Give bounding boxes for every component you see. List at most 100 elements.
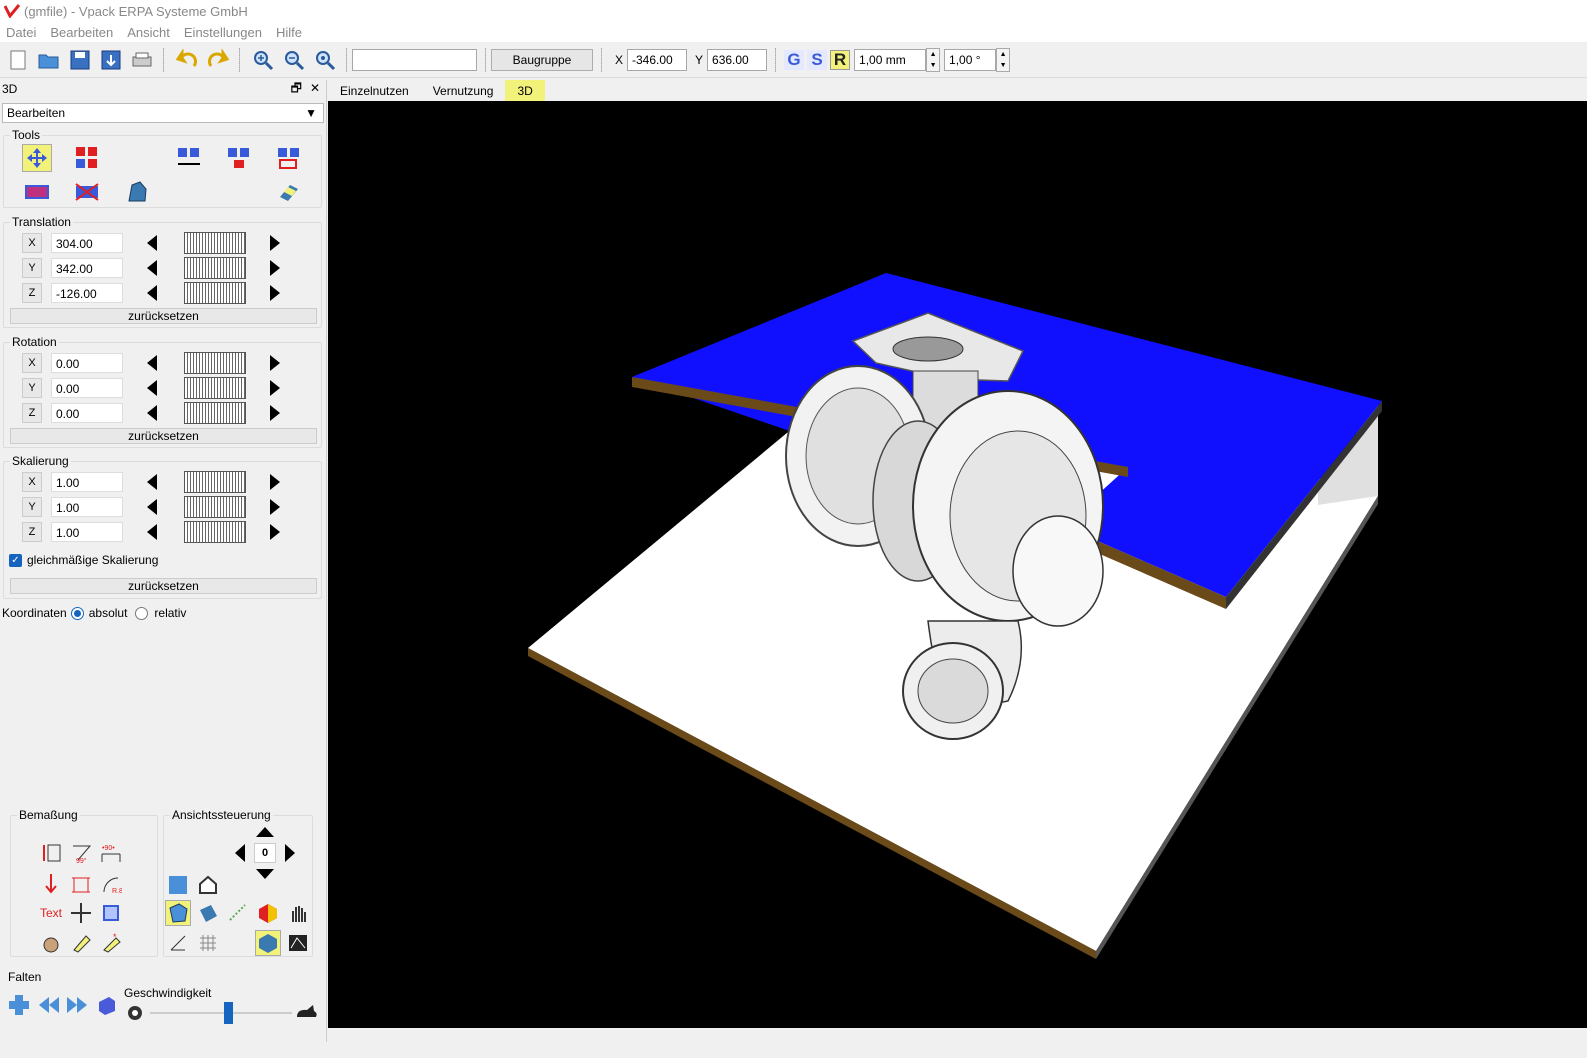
snap-s-button[interactable]: S [807,50,828,70]
move-tool-icon[interactable] [22,144,52,172]
zoom-out-icon[interactable] [281,47,307,73]
chain-dimension-icon[interactable] [68,870,94,896]
rotation-x-decrease-icon[interactable] [147,353,159,373]
rotation-x-input[interactable]: 0.00 [51,353,123,373]
speed-slider[interactable] [150,1002,292,1024]
undo-icon[interactable] [174,47,200,73]
scaling-x-decrease-icon[interactable] [147,472,159,492]
translation-reset-button[interactable]: zurücksetzen [10,308,317,324]
scaling-y-decrease-icon[interactable] [147,497,159,517]
group-icon[interactable] [274,144,304,172]
scaling-z-decrease-icon[interactable] [147,522,159,542]
3d-viewport[interactable] [328,101,1587,1028]
distribute-x-icon[interactable] [174,144,204,172]
relative-radio[interactable] [135,606,149,620]
pen-dimension-icon[interactable] [68,930,94,956]
translation-z-slider[interactable] [184,282,246,304]
speed-slider-handle[interactable] [224,1002,234,1024]
translation-y-decrease-icon[interactable] [147,258,159,278]
grid-snap-button[interactable]: G [784,50,805,70]
translation-y-slider[interactable] [184,257,246,279]
menu-ansicht[interactable]: Ansicht [127,25,170,40]
text-tool-icon[interactable]: Text [38,900,64,926]
delete-part-icon[interactable] [72,178,102,206]
search-input[interactable] [352,49,477,71]
rotation-x-increase-icon[interactable] [270,353,282,373]
tab-einzelnutzen[interactable]: Einzelnutzen [328,80,421,101]
menu-bearbeiten[interactable]: Bearbeiten [50,25,113,40]
translation-z-increase-icon[interactable] [270,283,282,303]
translation-y-increase-icon[interactable] [270,258,282,278]
view-grid-icon[interactable] [195,930,221,956]
scaling-y-slider[interactable] [184,496,246,518]
x-coord-field[interactable] [627,49,688,71]
eraser-icon[interactable] [274,178,304,206]
view-wireframe-icon[interactable] [165,900,191,926]
scaling-z-increase-icon[interactable] [270,522,282,542]
pen-star-dimension-icon[interactable]: * [98,930,124,956]
rotation-y-input[interactable]: 0.00 [51,378,123,398]
zoom-in-icon[interactable] [250,47,276,73]
translation-y-input[interactable]: 342.00 [51,258,123,278]
menu-hilfe[interactable]: Hilfe [276,25,302,40]
save-icon[interactable] [67,47,93,73]
tab-vernutzung[interactable]: Vernutzung [421,80,506,101]
view-down-icon[interactable] [254,866,276,882]
rotation-y-decrease-icon[interactable] [147,378,159,398]
tab-3d[interactable]: 3D [505,80,545,101]
fold-rewind-icon[interactable] [36,992,62,1018]
uniform-scaling-checkbox[interactable]: ✓ gleichmäßige Skalierung [9,553,158,567]
rotation-z-decrease-icon[interactable] [147,403,159,423]
view-home-icon[interactable] [195,872,221,898]
measure-tool-icon[interactable] [38,930,64,956]
view-solid-icon[interactable] [195,900,221,926]
multi-copy-icon[interactable] [72,144,102,172]
3d-object-icon[interactable] [122,178,152,206]
fold-icon[interactable] [6,992,32,1018]
view-front-icon[interactable] [165,872,191,898]
translation-x-decrease-icon[interactable] [147,233,159,253]
translation-x-input[interactable]: 304.00 [51,233,123,253]
snap-r-button[interactable]: R [830,50,851,70]
angle-step-field[interactable] [944,49,997,71]
fold-forward-icon[interactable] [64,992,90,1018]
step-size-spinner[interactable]: ▲ ▼ [926,48,941,72]
translation-x-slider[interactable] [184,232,246,254]
scaling-y-increase-icon[interactable] [270,497,282,517]
rotation-reset-button[interactable]: zurücksetzen [10,428,317,444]
vertical-dimension-icon[interactable] [38,840,64,866]
view-color-icon[interactable] [255,900,281,926]
new-file-icon[interactable] [5,47,31,73]
menu-einstellungen[interactable]: Einstellungen [184,25,262,40]
redo-icon[interactable] [205,47,231,73]
translation-z-decrease-icon[interactable] [147,283,159,303]
mirror-icon[interactable] [22,178,52,206]
translation-x-increase-icon[interactable] [270,233,282,253]
view-up-icon[interactable] [254,824,276,840]
rotation-z-slider[interactable] [184,402,246,424]
translation-z-input[interactable]: -126.00 [51,283,123,303]
view-left-icon[interactable] [232,843,248,863]
y-coord-field[interactable] [707,49,768,71]
zoom-fit-icon[interactable] [312,47,338,73]
rotation-z-increase-icon[interactable] [270,403,282,423]
view-reset-button[interactable]: 0 [254,843,276,863]
absolute-radio[interactable] [70,606,84,620]
angle90-dimension-icon[interactable]: •90• [98,840,124,866]
radius-dimension-icon[interactable]: R.8 [98,870,124,896]
rotation-y-slider[interactable] [184,377,246,399]
step-size-field[interactable] [854,49,927,71]
rotation-x-slider[interactable] [184,352,246,374]
arrow-down-dimension-icon[interactable] [38,870,64,896]
scaling-z-slider[interactable] [184,521,246,543]
export-icon[interactable] [98,47,124,73]
align-icon[interactable] [224,144,254,172]
view-dark-icon[interactable] [285,930,311,956]
scaling-z-input[interactable]: 1.00 [51,522,123,542]
scaling-reset-button[interactable]: zurücksetzen [10,578,317,594]
view-hexagon-icon[interactable] [255,930,281,956]
print-icon[interactable] [129,47,155,73]
view-points-icon[interactable] [225,900,251,926]
angle-step-spinner[interactable]: ▲ ▼ [996,48,1011,72]
menu-datei[interactable]: Datei [6,25,36,40]
